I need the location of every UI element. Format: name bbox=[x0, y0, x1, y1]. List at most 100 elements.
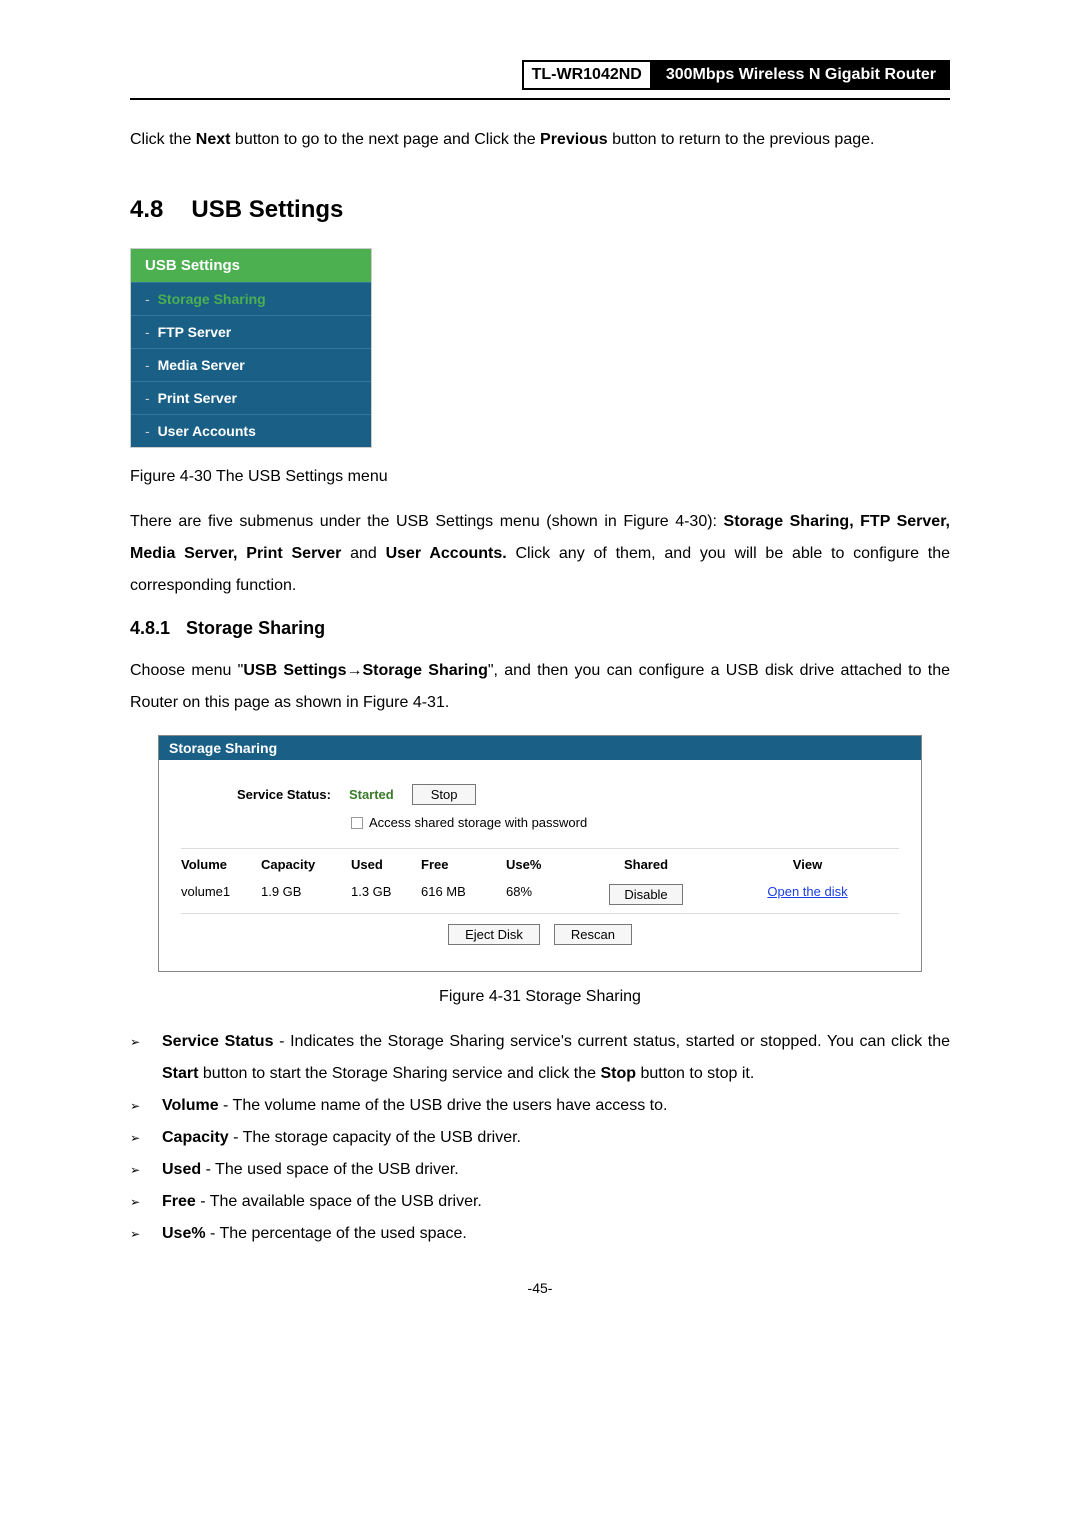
bullet-text: Capacity - The storage capacity of the U… bbox=[162, 1122, 950, 1154]
section-number: 4.8 bbox=[130, 196, 163, 224]
para1-pre: There are five submenus under the USB Se… bbox=[130, 513, 724, 530]
figure-431-caption: Figure 4-31 Storage Sharing bbox=[130, 988, 950, 1006]
menu-label-print: Print Server bbox=[158, 390, 237, 406]
storage-sharing-panel: Storage Sharing Service Status: Started … bbox=[158, 735, 922, 972]
usb-menu-header: USB Settings bbox=[131, 249, 371, 282]
bullet-volume: ➢ Volume - The volume name of the USB dr… bbox=[130, 1090, 950, 1122]
t0-2: button to start the Storage Sharing serv… bbox=[198, 1065, 600, 1082]
menu-label-storage-sharing: Storage Sharing bbox=[158, 291, 266, 307]
panel-bottom-buttons: Eject Disk Rescan bbox=[181, 914, 899, 951]
b1: Volume bbox=[162, 1097, 219, 1114]
menu-dash: - bbox=[145, 357, 154, 373]
bullet-text: Service Status - Indicates the Storage S… bbox=[162, 1026, 950, 1090]
bullet-icon: ➢ bbox=[130, 1030, 148, 1054]
th-free: Free bbox=[421, 857, 506, 872]
t2: - The storage capacity of the USB driver… bbox=[229, 1129, 521, 1146]
intro-next-bold: Next bbox=[196, 131, 231, 148]
bullet-usep: ➢ Use% - The percentage of the used spac… bbox=[130, 1218, 950, 1250]
bullet-list: ➢ Service Status - Indicates the Storage… bbox=[130, 1026, 950, 1250]
bullet-icon: ➢ bbox=[130, 1190, 148, 1214]
bullet-capacity: ➢ Capacity - The storage capacity of the… bbox=[130, 1122, 950, 1154]
menu-item-user-accounts[interactable]: - User Accounts bbox=[131, 414, 371, 447]
bullet-service-status: ➢ Service Status - Indicates the Storage… bbox=[130, 1026, 950, 1090]
menu-label-ftp: FTP Server bbox=[158, 324, 232, 340]
bullet-text: Use% - The percentage of the used space. bbox=[162, 1218, 950, 1250]
para2-pre: Choose menu " bbox=[130, 662, 243, 679]
checkbox-label: Access shared storage with password bbox=[369, 815, 587, 830]
bullet-used: ➢ Used - The used space of the USB drive… bbox=[130, 1154, 950, 1186]
intro-prev-bold: Previous bbox=[540, 131, 608, 148]
t1: - The volume name of the USB drive the u… bbox=[219, 1097, 668, 1114]
th-volume: Volume bbox=[181, 857, 261, 872]
page-number: -45- bbox=[130, 1280, 950, 1296]
bullet-text: Free - The available space of the USB dr… bbox=[162, 1186, 950, 1218]
paragraph-submenus: There are five submenus under the USB Se… bbox=[130, 506, 950, 602]
menu-item-media-server[interactable]: - Media Server bbox=[131, 348, 371, 381]
td-shared: Disable bbox=[576, 884, 716, 905]
usb-settings-menu: USB Settings - Storage Sharing - FTP Ser… bbox=[130, 248, 372, 448]
menu-item-storage-sharing[interactable]: - Storage Sharing bbox=[131, 282, 371, 315]
checkbox-icon[interactable] bbox=[351, 817, 363, 829]
eject-disk-button[interactable]: Eject Disk bbox=[448, 924, 540, 945]
bullet-icon: ➢ bbox=[130, 1222, 148, 1246]
para1-bold2: User Accounts. bbox=[386, 545, 507, 562]
rescan-button[interactable]: Rescan bbox=[554, 924, 632, 945]
b3b: Used bbox=[162, 1161, 201, 1178]
section-heading: 4.8 USB Settings bbox=[130, 196, 950, 224]
service-status-row: Service Status: Started Stop bbox=[237, 784, 899, 805]
t0: - Indicates the Storage Sharing service'… bbox=[273, 1033, 950, 1050]
th-shared: Shared bbox=[576, 857, 716, 872]
t5: - The percentage of the used space. bbox=[206, 1225, 467, 1242]
para2-b2: Storage Sharing bbox=[362, 662, 487, 679]
panel-title: Storage Sharing bbox=[159, 736, 921, 760]
intro-post: button to return to the previous page. bbox=[608, 131, 875, 148]
menu-item-print-server[interactable]: - Print Server bbox=[131, 381, 371, 414]
subsection-heading: 4.8.1Storage Sharing bbox=[130, 618, 950, 639]
menu-label-media: Media Server bbox=[158, 357, 245, 373]
td-used: 1.3 GB bbox=[351, 884, 421, 905]
b0: Service Status bbox=[162, 1033, 273, 1050]
intro-paragraph: Click the Next button to go to the next … bbox=[130, 124, 950, 156]
menu-dash: - bbox=[145, 423, 154, 439]
td-usep: 68% bbox=[506, 884, 576, 905]
header-model: TL-WR1042ND bbox=[522, 60, 652, 90]
section-title: USB Settings bbox=[191, 196, 343, 223]
figure-430-caption: Figure 4-30 The USB Settings menu bbox=[130, 468, 950, 486]
th-view: View bbox=[716, 857, 899, 872]
menu-item-ftp-server[interactable]: - FTP Server bbox=[131, 315, 371, 348]
subsection-number: 4.8.1 bbox=[130, 618, 170, 638]
bullet-icon: ➢ bbox=[130, 1158, 148, 1182]
intro-mid: button to go to the next page and Click … bbox=[230, 131, 540, 148]
service-status-value: Started bbox=[349, 787, 394, 802]
td-volume: volume1 bbox=[181, 884, 261, 905]
bullet-icon: ➢ bbox=[130, 1094, 148, 1118]
bullet-icon: ➢ bbox=[130, 1126, 148, 1150]
intro-pre: Click the bbox=[130, 131, 196, 148]
td-capacity: 1.9 GB bbox=[261, 884, 351, 905]
menu-label-user-accounts: User Accounts bbox=[158, 423, 256, 439]
password-checkbox-row: Access shared storage with password bbox=[351, 815, 899, 830]
arrow-icon: → bbox=[346, 662, 362, 679]
menu-dash: - bbox=[145, 390, 154, 406]
stop-button[interactable]: Stop bbox=[412, 784, 477, 805]
th-usep: Use% bbox=[506, 857, 576, 872]
para1-mid: and bbox=[341, 545, 385, 562]
service-status-label: Service Status: bbox=[237, 787, 331, 802]
menu-dash: - bbox=[145, 291, 154, 307]
bullet-text: Volume - The volume name of the USB driv… bbox=[162, 1090, 950, 1122]
disable-button[interactable]: Disable bbox=[609, 884, 682, 905]
header-divider bbox=[130, 98, 950, 100]
open-disk-link[interactable]: Open the disk bbox=[767, 884, 847, 899]
paragraph-choose-menu: Choose menu "USB Settings→Storage Sharin… bbox=[130, 655, 950, 719]
b5b: Use% bbox=[162, 1225, 206, 1242]
b0-3: Stop bbox=[600, 1065, 636, 1082]
th-used: Used bbox=[351, 857, 421, 872]
storage-table: Volume Capacity Used Free Use% Shared Vi… bbox=[181, 848, 899, 914]
bullet-text: Used - The used space of the USB driver. bbox=[162, 1154, 950, 1186]
td-view: Open the disk bbox=[716, 884, 899, 905]
t4: - The available space of the USB driver. bbox=[196, 1193, 482, 1210]
t3: - The used space of the USB driver. bbox=[201, 1161, 459, 1178]
t0-3: button to stop it. bbox=[636, 1065, 754, 1082]
para2-b1: USB Settings bbox=[243, 662, 346, 679]
th-capacity: Capacity bbox=[261, 857, 351, 872]
